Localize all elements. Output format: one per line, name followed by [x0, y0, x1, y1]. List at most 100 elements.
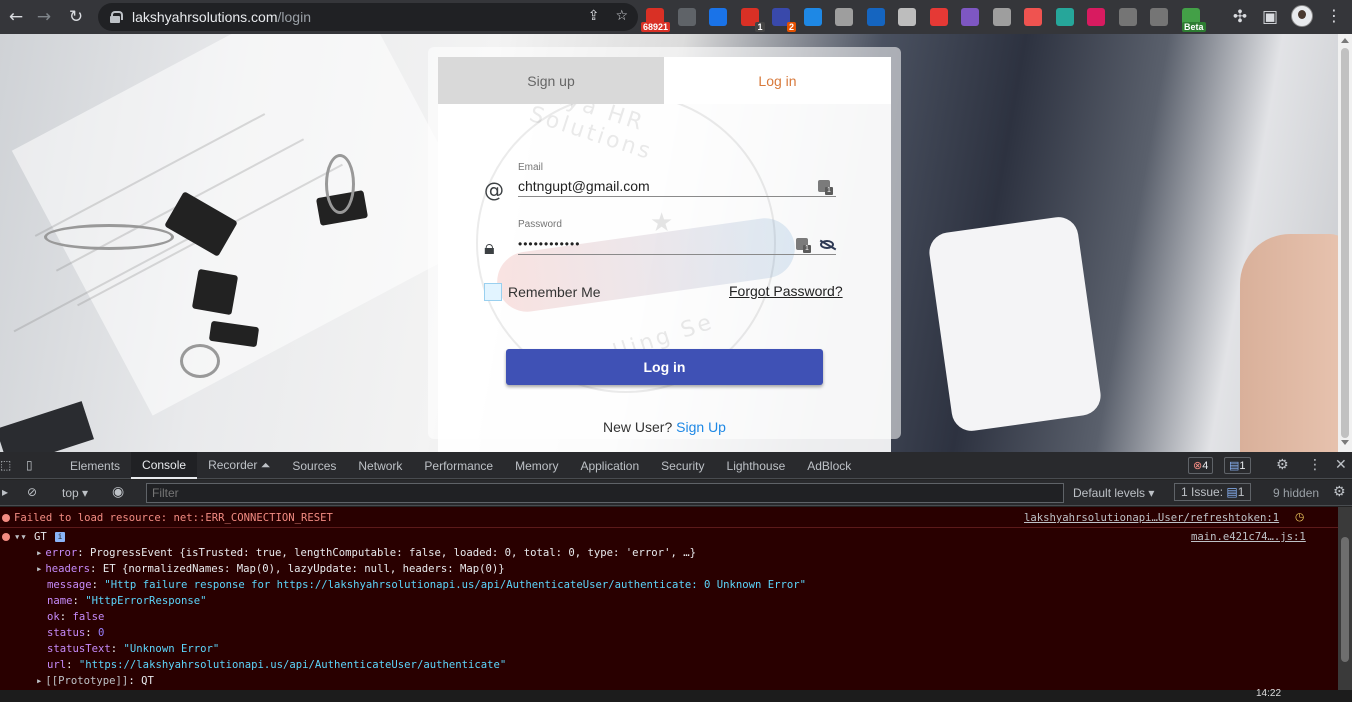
- m-extension-icon[interactable]: [866, 8, 885, 26]
- sidebar-toggle-icon[interactable]: ▸: [2, 485, 8, 499]
- forward-icon[interactable]: →: [30, 3, 58, 31]
- tab-signup[interactable]: Sign up: [438, 57, 664, 104]
- side-panel-icon[interactable]: ▣: [1256, 3, 1284, 31]
- remember-me-label[interactable]: Remember Me: [508, 284, 601, 300]
- property-value: false: [72, 611, 105, 623]
- blue-circle-extension-icon[interactable]: [709, 8, 727, 26]
- message-icon: ▤: [1229, 460, 1240, 472]
- hidden-count: 9 hidden: [1273, 486, 1320, 500]
- email-field[interactable]: [518, 175, 836, 197]
- group-label[interactable]: GT: [34, 531, 47, 543]
- hide-password-eye-icon[interactable]: [820, 240, 834, 249]
- message-count-badge[interactable]: ▤1: [1224, 457, 1251, 474]
- download-extension-icon[interactable]: [803, 8, 822, 26]
- error-count-badge[interactable]: ⊗4: [1188, 457, 1214, 474]
- devtools-tab-memory[interactable]: Memory: [504, 452, 569, 479]
- arrow-extension-icon[interactable]: [1024, 8, 1042, 26]
- login-button[interactable]: Log in: [506, 349, 823, 385]
- console-property-row[interactable]: ▸ headers: ET {normalizedNames: Map(0), l…: [36, 563, 505, 575]
- autofill-key-icon[interactable]: [818, 180, 833, 195]
- device-toolbar-icon[interactable]: ▯: [26, 458, 33, 472]
- console-property-row: statusText: "Unknown Error": [47, 643, 219, 655]
- sparkle-extension-icon[interactable]: 2: [772, 8, 796, 32]
- grid-extension-icon[interactable]: [961, 8, 979, 26]
- console-scrollbar[interactable]: [1338, 507, 1352, 690]
- expand-arrow-icon[interactable]: ▸: [36, 563, 42, 575]
- back-icon[interactable]: ←: [2, 3, 30, 31]
- devtools-tab-sources[interactable]: Sources: [281, 452, 347, 479]
- network-request-icon[interactable]: ◷: [1295, 511, 1304, 523]
- recycle-extension-icon[interactable]: [1150, 8, 1168, 26]
- console-scroll-thumb[interactable]: [1341, 537, 1349, 662]
- expand-arrow-icon[interactable]: ▾▾: [14, 531, 27, 543]
- camera2-extension-icon[interactable]: [1118, 8, 1137, 26]
- expand-arrow-icon[interactable]: ▸: [36, 675, 42, 687]
- adblock-extension-icon[interactable]: [929, 8, 948, 26]
- context-select[interactable]: top ▾: [62, 486, 88, 500]
- camera-extension-icon[interactable]: [835, 8, 853, 26]
- console-filter-input[interactable]: [146, 483, 1064, 503]
- console-property-row: ok: false: [47, 611, 104, 623]
- devtools-tab-application[interactable]: Application: [569, 452, 650, 479]
- info-icon[interactable]: i: [55, 532, 65, 542]
- scroll-up-arrow[interactable]: [1341, 38, 1349, 43]
- autofill-key-icon[interactable]: [796, 238, 811, 253]
- clear-console-icon[interactable]: ⊘: [27, 485, 37, 499]
- devtools-tab-security[interactable]: Security: [650, 452, 715, 479]
- new-user-text: New User?: [603, 419, 673, 435]
- inspect-element-icon[interactable]: ⬚: [0, 458, 11, 472]
- password-field[interactable]: [518, 233, 836, 255]
- scroll-down-arrow[interactable]: [1341, 440, 1349, 445]
- devtools-tab-adblock[interactable]: AdBlock: [796, 452, 862, 479]
- address-bar[interactable]: lakshyahrsolutions.com/login ⇪ ☆: [98, 3, 638, 31]
- live-expression-eye-icon[interactable]: ◉: [112, 484, 124, 500]
- bookmark-star-icon[interactable]: ☆: [615, 8, 628, 24]
- property-key: ok: [47, 611, 60, 623]
- group-source-link[interactable]: main.e421c74….js:1: [1191, 531, 1306, 543]
- expand-arrow-icon[interactable]: ▸: [36, 547, 42, 559]
- property-value: ET {normalizedNames: Map(0), lazyUpdate:…: [102, 563, 505, 575]
- error-icon: [2, 514, 10, 522]
- console-property-row: message: "Http failure response for http…: [47, 579, 806, 591]
- share-icon[interactable]: ⇪: [588, 8, 600, 24]
- remember-me-checkbox[interactable]: [484, 283, 502, 301]
- bulb-extension-icon[interactable]: [898, 8, 916, 26]
- devtools-tab-performance[interactable]: Performance: [413, 452, 504, 479]
- reload-icon[interactable]: ↻: [62, 3, 90, 31]
- lock-icon[interactable]: [110, 11, 123, 23]
- forgot-password-link[interactable]: Forgot Password?: [729, 283, 843, 299]
- devtools-tab-lighthouse[interactable]: Lighthouse: [716, 452, 797, 479]
- signup-link[interactable]: Sign Up: [676, 419, 726, 435]
- settings-gear-icon[interactable]: ⚙: [1276, 457, 1289, 473]
- page-scroll-thumb[interactable]: [1341, 48, 1349, 438]
- error-source-link[interactable]: lakshyahrsolutionapi…User/refreshtoken:1: [1024, 512, 1279, 524]
- keyboard-image: [0, 401, 94, 452]
- devtools-tab-console[interactable]: Console: [131, 452, 198, 479]
- devtools-menu-icon[interactable]: ⋮: [1308, 457, 1322, 473]
- page-scrollbar[interactable]: [1338, 34, 1352, 452]
- calendar-extension-icon[interactable]: 1: [740, 8, 765, 32]
- tab-login[interactable]: Log in: [664, 57, 891, 104]
- close-devtools-icon[interactable]: ✕: [1335, 457, 1347, 473]
- devtools-tab-network[interactable]: Network: [347, 452, 413, 479]
- pink-extension-icon[interactable]: [1087, 8, 1105, 26]
- devtools-tab-elements[interactable]: Elements: [59, 452, 131, 479]
- issues-button[interactable]: 1 Issue: ▤1: [1174, 483, 1252, 501]
- shield-extension-icon[interactable]: [992, 8, 1011, 26]
- console-property-row[interactable]: ▸ error: ProgressEvent {isTrusted: true, …: [36, 547, 696, 559]
- console-property-row[interactable]: ▸ [[Prototype]]: QT: [36, 675, 154, 687]
- beta-extension-icon[interactable]: Beta: [1181, 8, 1206, 32]
- log-levels-select[interactable]: Default levels ▾: [1073, 486, 1154, 500]
- gmail-extension-icon[interactable]: 68921: [640, 8, 670, 32]
- console-settings-gear-icon[interactable]: ⚙: [1333, 484, 1346, 500]
- pen-extension-icon[interactable]: [677, 8, 696, 26]
- extension-badge: 1: [755, 22, 765, 32]
- url-host: lakshyahrsolutions.com: [132, 9, 278, 25]
- extension-badge: 2: [786, 22, 796, 32]
- url-text[interactable]: lakshyahrsolutions.com/login: [132, 9, 311, 25]
- profile-avatar[interactable]: [1291, 5, 1313, 27]
- palm-extension-icon[interactable]: [1055, 8, 1074, 26]
- extensions-puzzle-icon[interactable]: ✣: [1226, 3, 1254, 31]
- browser-menu-icon[interactable]: ⋮: [1326, 6, 1342, 25]
- devtools-tab-recorder[interactable]: Recorder ⏶: [197, 452, 281, 479]
